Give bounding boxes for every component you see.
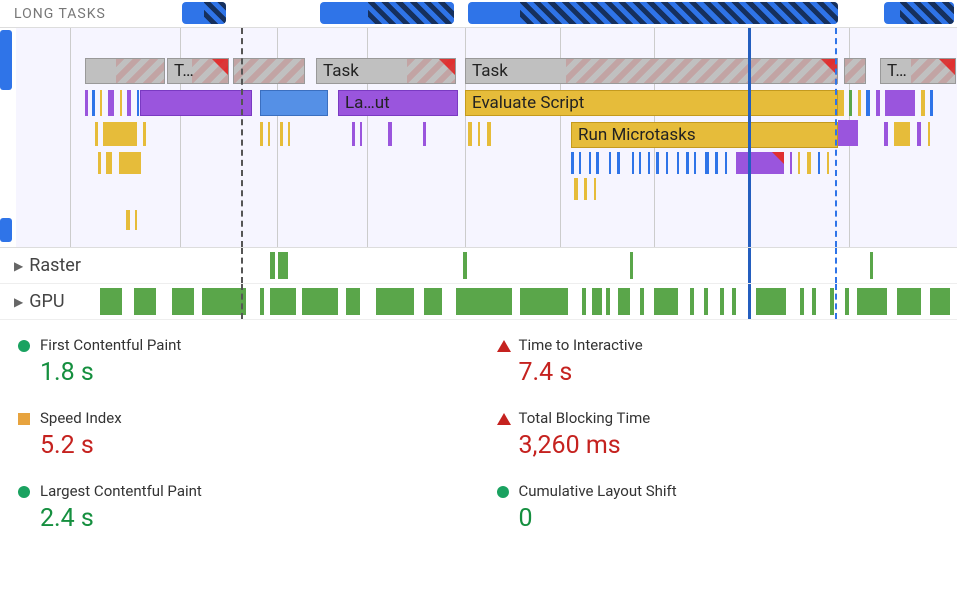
metric-name: Speed Index	[40, 409, 459, 427]
status-good-icon	[18, 340, 30, 352]
task-block[interactable]: T…	[880, 58, 956, 84]
timeline-marker-blue-dashed	[835, 284, 837, 319]
metric-value: 1.8 s	[40, 358, 459, 387]
metric-tti[interactable]: Time to Interactive 7.4 s	[479, 326, 957, 399]
timeline-cursor[interactable]	[748, 28, 751, 247]
flame-left-scroll[interactable]	[0, 218, 12, 242]
gpu-track[interactable]: ▶ GPU	[0, 284, 957, 320]
metric-value: 2.4 s	[40, 504, 459, 533]
metric-value: 3,260 ms	[519, 431, 938, 460]
task-block[interactable]	[85, 58, 165, 84]
flame-stripe-row[interactable]	[352, 122, 452, 146]
long-task-block[interactable]	[182, 2, 226, 24]
flame-chart[interactable]: T… Task Task T… La…ut Evaluate Script	[0, 28, 957, 248]
metric-name: Total Blocking Time	[519, 409, 938, 427]
long-task-block[interactable]	[468, 2, 838, 24]
layout-label: La…ut	[345, 93, 390, 113]
flame-stripe-row[interactable]	[571, 152, 838, 174]
metric-value: 5.2 s	[40, 431, 459, 460]
task-label: T…	[174, 61, 194, 81]
flame-stripe-row[interactable]	[95, 122, 151, 146]
flame-stripe-row[interactable]	[884, 122, 954, 146]
flame-stripe-row[interactable]	[98, 152, 148, 174]
expand-icon[interactable]: ▶	[0, 259, 29, 273]
gpu-label: GPU	[29, 291, 99, 312]
script-block[interactable]: Evaluate Script	[465, 90, 838, 116]
task-label: Task	[323, 61, 359, 81]
task-block[interactable]: Task	[316, 58, 456, 84]
status-good-icon	[497, 486, 509, 498]
flame-stripe-row[interactable]	[838, 90, 957, 116]
evaluate-script-label: Evaluate Script	[472, 93, 584, 113]
timeline-cursor	[748, 284, 751, 319]
task-label: T…	[887, 61, 907, 81]
layout-block[interactable]	[140, 90, 252, 116]
long-task-block[interactable]	[320, 2, 454, 24]
metric-fcp[interactable]: First Contentful Paint 1.8 s	[0, 326, 479, 399]
metric-name: Largest Contentful Paint	[40, 482, 459, 500]
status-warn-icon	[18, 413, 30, 425]
raster-track[interactable]: ▶ Raster	[0, 248, 957, 284]
metric-tbt[interactable]: Total Blocking Time 3,260 ms	[479, 399, 957, 472]
flame-block[interactable]	[260, 90, 328, 116]
flame-stripe-row[interactable]	[126, 210, 140, 230]
timeline-marker-dashed	[241, 284, 243, 319]
flame-left-scroll[interactable]	[0, 30, 12, 90]
expand-icon[interactable]: ▶	[0, 295, 29, 309]
long-task-block[interactable]	[884, 2, 954, 24]
metric-value: 0	[519, 504, 938, 533]
task-label: Task	[472, 61, 508, 81]
flame-stripe-row[interactable]	[260, 122, 312, 146]
metric-value: 7.4 s	[519, 358, 938, 387]
run-microtasks-label: Run Microtasks	[578, 125, 696, 145]
status-bad-icon	[497, 413, 511, 425]
long-tasks-label: LONG TASKS	[0, 6, 180, 22]
metrics-panel: First Contentful Paint 1.8 s Time to Int…	[0, 320, 957, 545]
metric-cls[interactable]: Cumulative Layout Shift 0	[479, 472, 957, 545]
task-block[interactable]: T…	[167, 58, 229, 84]
task-block[interactable]: Task	[465, 58, 838, 84]
metric-si[interactable]: Speed Index 5.2 s	[0, 399, 479, 472]
raster-marks	[100, 252, 957, 279]
raster-label: Raster	[29, 255, 99, 276]
metric-lcp[interactable]: Largest Contentful Paint 2.4 s	[0, 472, 479, 545]
status-bad-icon	[497, 340, 511, 352]
timeline-marker-dashed[interactable]	[241, 28, 243, 247]
timeline-marker-blue-dashed[interactable]	[835, 28, 837, 247]
microtasks-block[interactable]: Run Microtasks	[571, 122, 838, 148]
flame-stripe-row[interactable]	[468, 122, 568, 146]
metric-name: First Contentful Paint	[40, 336, 459, 354]
task-block[interactable]	[233, 58, 305, 84]
timeline-marker-blue-dashed	[835, 248, 837, 283]
status-good-icon	[18, 486, 30, 498]
gpu-marks	[100, 288, 957, 315]
layout-block[interactable]: La…ut	[338, 90, 458, 116]
long-tasks-row: LONG TASKS	[0, 0, 957, 28]
metric-name: Time to Interactive	[519, 336, 938, 354]
task-block[interactable]	[844, 58, 866, 84]
timeline-cursor	[748, 248, 751, 283]
timeline-marker-dashed	[241, 248, 243, 283]
metric-name: Cumulative Layout Shift	[519, 482, 938, 500]
